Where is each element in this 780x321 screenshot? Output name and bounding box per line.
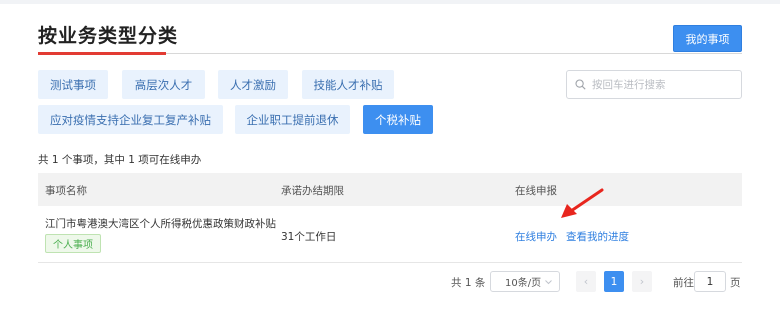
category-tag-tax-subsidy[interactable]: 个税补贴 — [363, 105, 433, 134]
column-header-deadline: 承诺办结期限 — [281, 185, 344, 197]
search-box[interactable] — [566, 70, 742, 99]
page-size-value: 10条/页 — [505, 278, 542, 289]
page-title: 按业务类型分类 — [38, 25, 179, 47]
search-icon — [575, 79, 586, 90]
goto-label: 前往 — [673, 277, 694, 289]
item-name: 江门市粤港澳大湾区个人所得税优惠政策财政补贴 — [45, 218, 276, 230]
category-tag-test[interactable]: 测试事项 — [38, 70, 108, 99]
item-type-badge: 个人事项 — [45, 234, 101, 253]
table-row: 江门市粤港澳大湾区个人所得税优惠政策财政补贴 个人事项 31个工作日 在线申办 … — [38, 206, 742, 263]
column-header-online: 在线申报 — [515, 185, 557, 197]
next-page-button[interactable]: › — [632, 271, 652, 292]
search-input[interactable] — [592, 78, 732, 91]
table-header: 事项名称 承诺办结期限 在线申报 — [38, 173, 742, 206]
top-divider — [0, 0, 780, 4]
goto-page-input[interactable] — [694, 271, 726, 292]
pagination-total: 共 1 条 — [451, 277, 486, 289]
category-tag-skill-subsidy[interactable]: 技能人才补贴 — [302, 70, 394, 99]
page-size-select[interactable]: 10条/页 — [490, 271, 560, 292]
goto-unit-label: 页 — [730, 277, 741, 289]
category-tag-high-talent[interactable]: 高层次人才 — [122, 70, 205, 99]
check-progress-link[interactable]: 查看我的进度 — [566, 229, 629, 244]
prev-page-button[interactable]: ‹ — [576, 271, 596, 292]
column-header-name: 事项名称 — [45, 185, 87, 197]
category-tag-talent-incentive[interactable]: 人才激励 — [218, 70, 288, 99]
my-items-button[interactable]: 我的事项 — [673, 25, 742, 52]
item-deadline: 31个工作日 — [281, 231, 337, 243]
red-arrow-annotation — [561, 188, 604, 218]
title-accent-bar — [38, 52, 166, 55]
chevron-down-icon — [545, 280, 552, 285]
apply-online-link[interactable]: 在线申办 — [515, 229, 557, 244]
result-summary: 共 1 个事项，其中 1 项可在线申办 — [38, 154, 202, 166]
current-page-button[interactable]: 1 — [604, 271, 624, 292]
category-tag-early-retirement[interactable]: 企业职工提前退休 — [235, 105, 350, 134]
category-tag-epidemic-subsidy[interactable]: 应对疫情支持企业复工复产补贴 — [38, 105, 223, 134]
